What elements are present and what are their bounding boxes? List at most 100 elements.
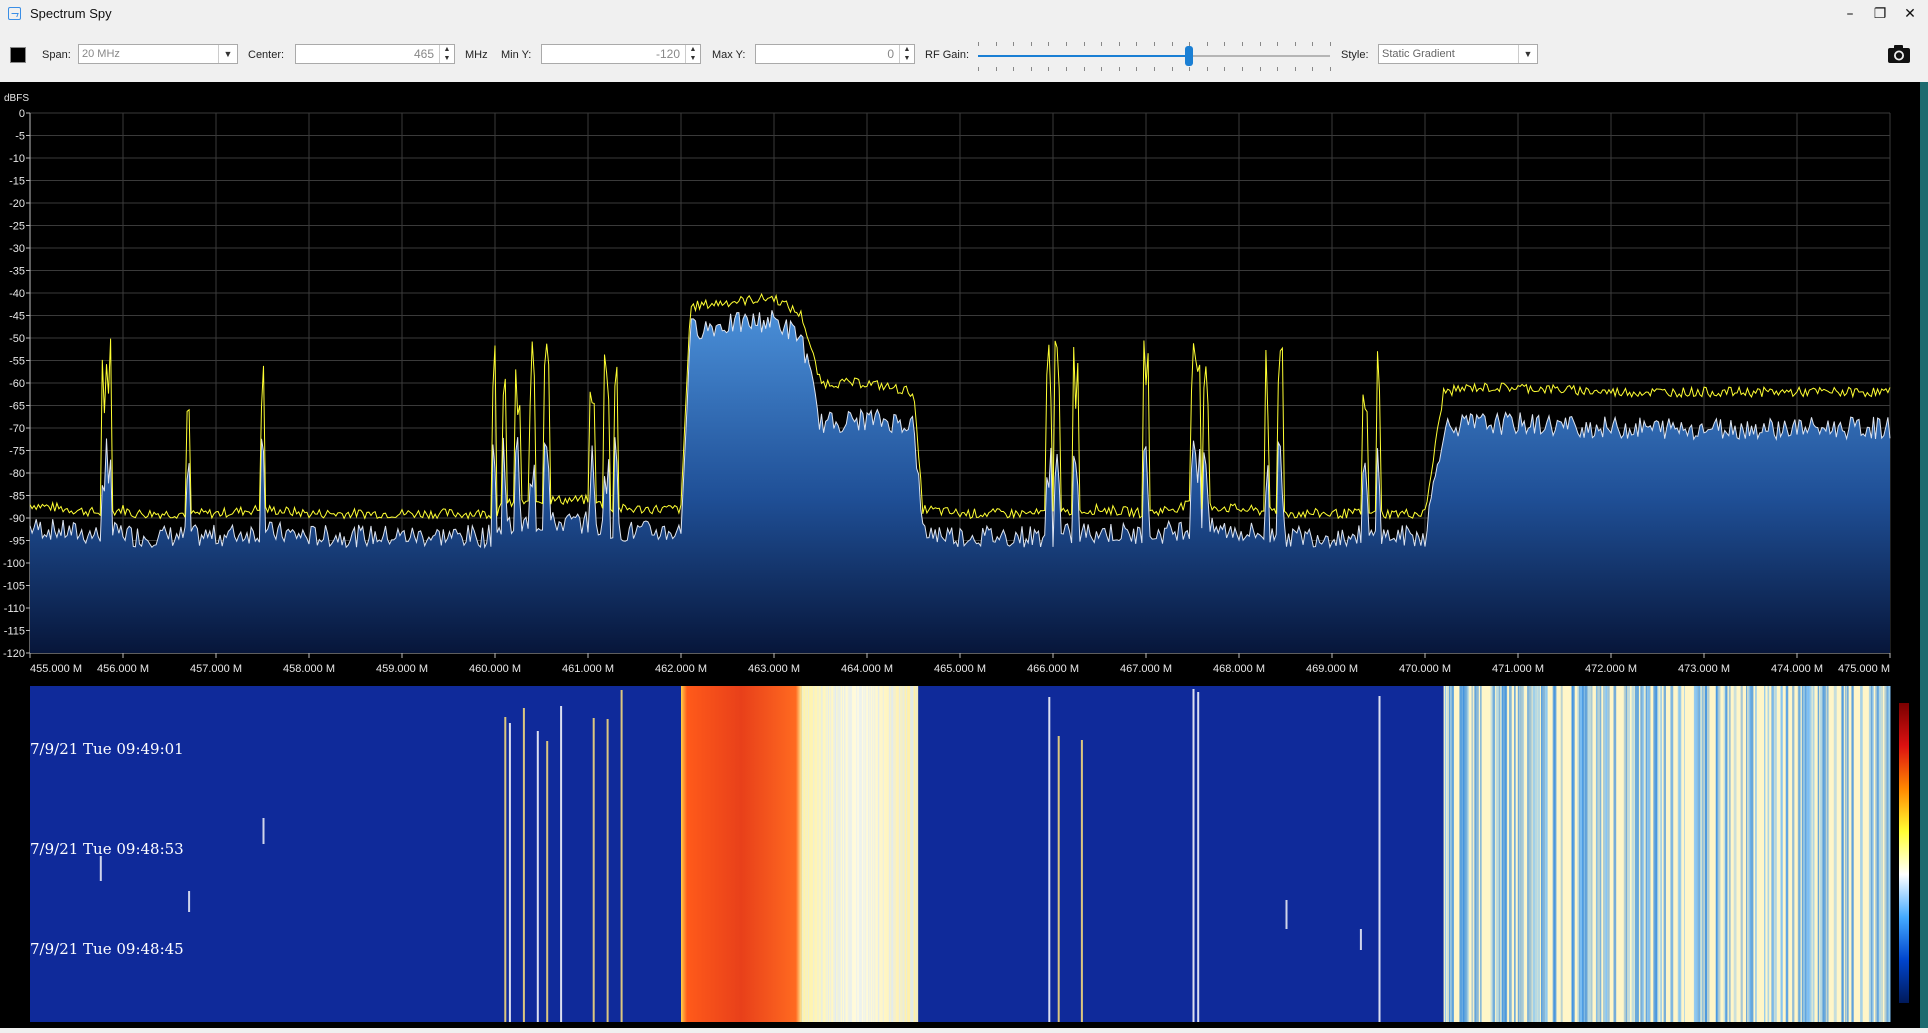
waterfall-streak bbox=[1471, 686, 1474, 1022]
minimize-button[interactable]: – bbox=[1835, 2, 1865, 26]
y-tick-label: -40 bbox=[9, 288, 25, 300]
slider-tick bbox=[1083, 42, 1085, 46]
style-select[interactable]: Static Gradient ▼ bbox=[1378, 44, 1538, 64]
y-tick-label: -50 bbox=[9, 333, 25, 345]
y-tick-label: 0 bbox=[19, 108, 25, 120]
maxy-input[interactable]: 0 ▲ ▼ bbox=[755, 44, 915, 64]
waterfall-streak bbox=[813, 686, 815, 1022]
miny-label: Min Y: bbox=[501, 49, 532, 61]
slider-tick bbox=[1330, 42, 1331, 46]
waterfall-streak bbox=[1870, 686, 1873, 1022]
center-input[interactable]: 465 ▲ ▼ bbox=[295, 44, 455, 64]
y-tick-label: -15 bbox=[9, 176, 25, 188]
camera-icon[interactable] bbox=[1887, 44, 1911, 64]
waterfall-signal-blip bbox=[188, 891, 191, 912]
waterfall-streak bbox=[891, 686, 893, 1022]
y-tick-label: -5 bbox=[15, 131, 25, 143]
center-spin-buttons[interactable]: ▲ ▼ bbox=[439, 45, 454, 63]
waterfall-streak bbox=[821, 686, 823, 1022]
waterfall-streak bbox=[1459, 686, 1463, 1022]
waterfall-streak bbox=[911, 686, 913, 1022]
waterfall-streak bbox=[834, 686, 836, 1022]
slider-tick bbox=[1136, 67, 1138, 71]
x-tick-label: 473.000 M bbox=[1678, 663, 1730, 675]
waterfall-signal-line bbox=[1080, 740, 1083, 1022]
waterfall-streak bbox=[1886, 686, 1889, 1022]
restore-button[interactable]: ❐ bbox=[1865, 2, 1895, 26]
trace-color-swatch[interactable] bbox=[10, 47, 26, 63]
waterfall-streak bbox=[805, 686, 807, 1022]
waterfall-streak bbox=[1613, 686, 1617, 1022]
timestamp-1: 7/9/21 Tue 09:49:01 bbox=[30, 740, 184, 758]
waterfall-streak bbox=[882, 686, 884, 1022]
waterfall-streak bbox=[1537, 686, 1541, 1022]
waterfall-streak bbox=[820, 686, 822, 1022]
slider-tick bbox=[1136, 42, 1138, 46]
slider-tick bbox=[1048, 42, 1050, 46]
waterfall-streak bbox=[1771, 686, 1774, 1022]
chevron-down-icon[interactable]: ▼ bbox=[218, 45, 237, 63]
waterfall-streak bbox=[868, 686, 870, 1022]
slider-tick bbox=[1206, 42, 1208, 46]
y-tick-label: -105 bbox=[3, 581, 25, 593]
waterfall-streak bbox=[860, 686, 862, 1022]
waterfall-streak bbox=[1781, 686, 1783, 1022]
x-tick-label: 456.000 M bbox=[97, 663, 149, 675]
waterfall-streak bbox=[872, 686, 874, 1022]
side-scrollbar[interactable] bbox=[1920, 82, 1928, 1028]
waterfall-streak bbox=[1476, 686, 1479, 1022]
waterfall-band-warm bbox=[801, 686, 919, 1022]
chevron-down-icon[interactable]: ▼ bbox=[1518, 45, 1537, 63]
waterfall-streak bbox=[1446, 686, 1448, 1022]
waterfall-streak bbox=[825, 686, 827, 1022]
miny-input[interactable]: -120 ▲ ▼ bbox=[541, 44, 701, 64]
rfgain-slider[interactable] bbox=[978, 42, 1331, 72]
waterfall-streak bbox=[915, 686, 917, 1022]
waterfall-streak bbox=[874, 686, 876, 1022]
slider-thumb[interactable] bbox=[1185, 46, 1194, 66]
slider-tick bbox=[1312, 42, 1314, 46]
waterfall-signal-line bbox=[1192, 689, 1195, 1022]
waterfall-streak bbox=[1585, 686, 1588, 1022]
y-tick-label: -45 bbox=[9, 311, 25, 323]
spectrum-panel[interactable]: 0 -5 -10 -15 -20 -25 -30 -35 -40 -45 -50 -55 -60 -65 -… bbox=[0, 82, 1920, 686]
x-tick-label: 461.000 M bbox=[562, 663, 614, 675]
slider-tick bbox=[1189, 42, 1191, 46]
waterfall-panel[interactable]: 7/9/21 Tue 09:49:01 7/9/21 Tue 09:48:53 … bbox=[0, 686, 1920, 1028]
miny-spin-buttons[interactable]: ▲ ▼ bbox=[685, 45, 700, 63]
y-tick-label: -85 bbox=[9, 491, 25, 503]
slider-tick bbox=[995, 67, 997, 71]
waterfall-streak bbox=[1663, 686, 1666, 1022]
waterfall-streak bbox=[1804, 686, 1807, 1022]
waterfall-streak bbox=[1462, 686, 1466, 1022]
waterfall-streak bbox=[850, 686, 852, 1022]
waterfall-streak bbox=[1860, 686, 1863, 1022]
waterfall-streak bbox=[833, 686, 835, 1022]
waterfall-signal-line bbox=[606, 719, 609, 1022]
waterfall-streak bbox=[1841, 686, 1843, 1022]
waterfall-streak bbox=[1847, 686, 1849, 1022]
app-icon bbox=[8, 7, 21, 20]
x-tick-label: 469.000 M bbox=[1306, 663, 1358, 675]
waterfall-streak bbox=[1502, 686, 1504, 1022]
waterfall-streak bbox=[1545, 686, 1548, 1022]
y-tick-label: -115 bbox=[4, 626, 25, 638]
waterfall-streak bbox=[1626, 686, 1628, 1022]
waterfall-streak bbox=[1530, 686, 1533, 1022]
waterfall-streak bbox=[1684, 686, 1685, 1022]
waterfall-streak bbox=[1590, 686, 1593, 1022]
waterfall-streak bbox=[1541, 686, 1543, 1022]
y-tick-label: -100 bbox=[3, 558, 25, 570]
waterfall-streak bbox=[877, 686, 879, 1022]
span-select[interactable]: 20 MHz ▼ bbox=[78, 44, 238, 64]
slider-tick bbox=[1066, 67, 1067, 71]
slider-tick bbox=[995, 42, 997, 46]
waterfall-streak bbox=[1475, 686, 1477, 1022]
slider-tick bbox=[1013, 42, 1015, 46]
maxy-spin-buttons[interactable]: ▲ ▼ bbox=[899, 45, 914, 63]
maxy-value: 0 bbox=[887, 47, 894, 61]
close-button[interactable]: ✕ bbox=[1895, 2, 1925, 26]
waterfall-streak bbox=[1697, 686, 1700, 1022]
waterfall-streak bbox=[837, 686, 839, 1022]
waterfall-streak bbox=[1868, 686, 1871, 1022]
